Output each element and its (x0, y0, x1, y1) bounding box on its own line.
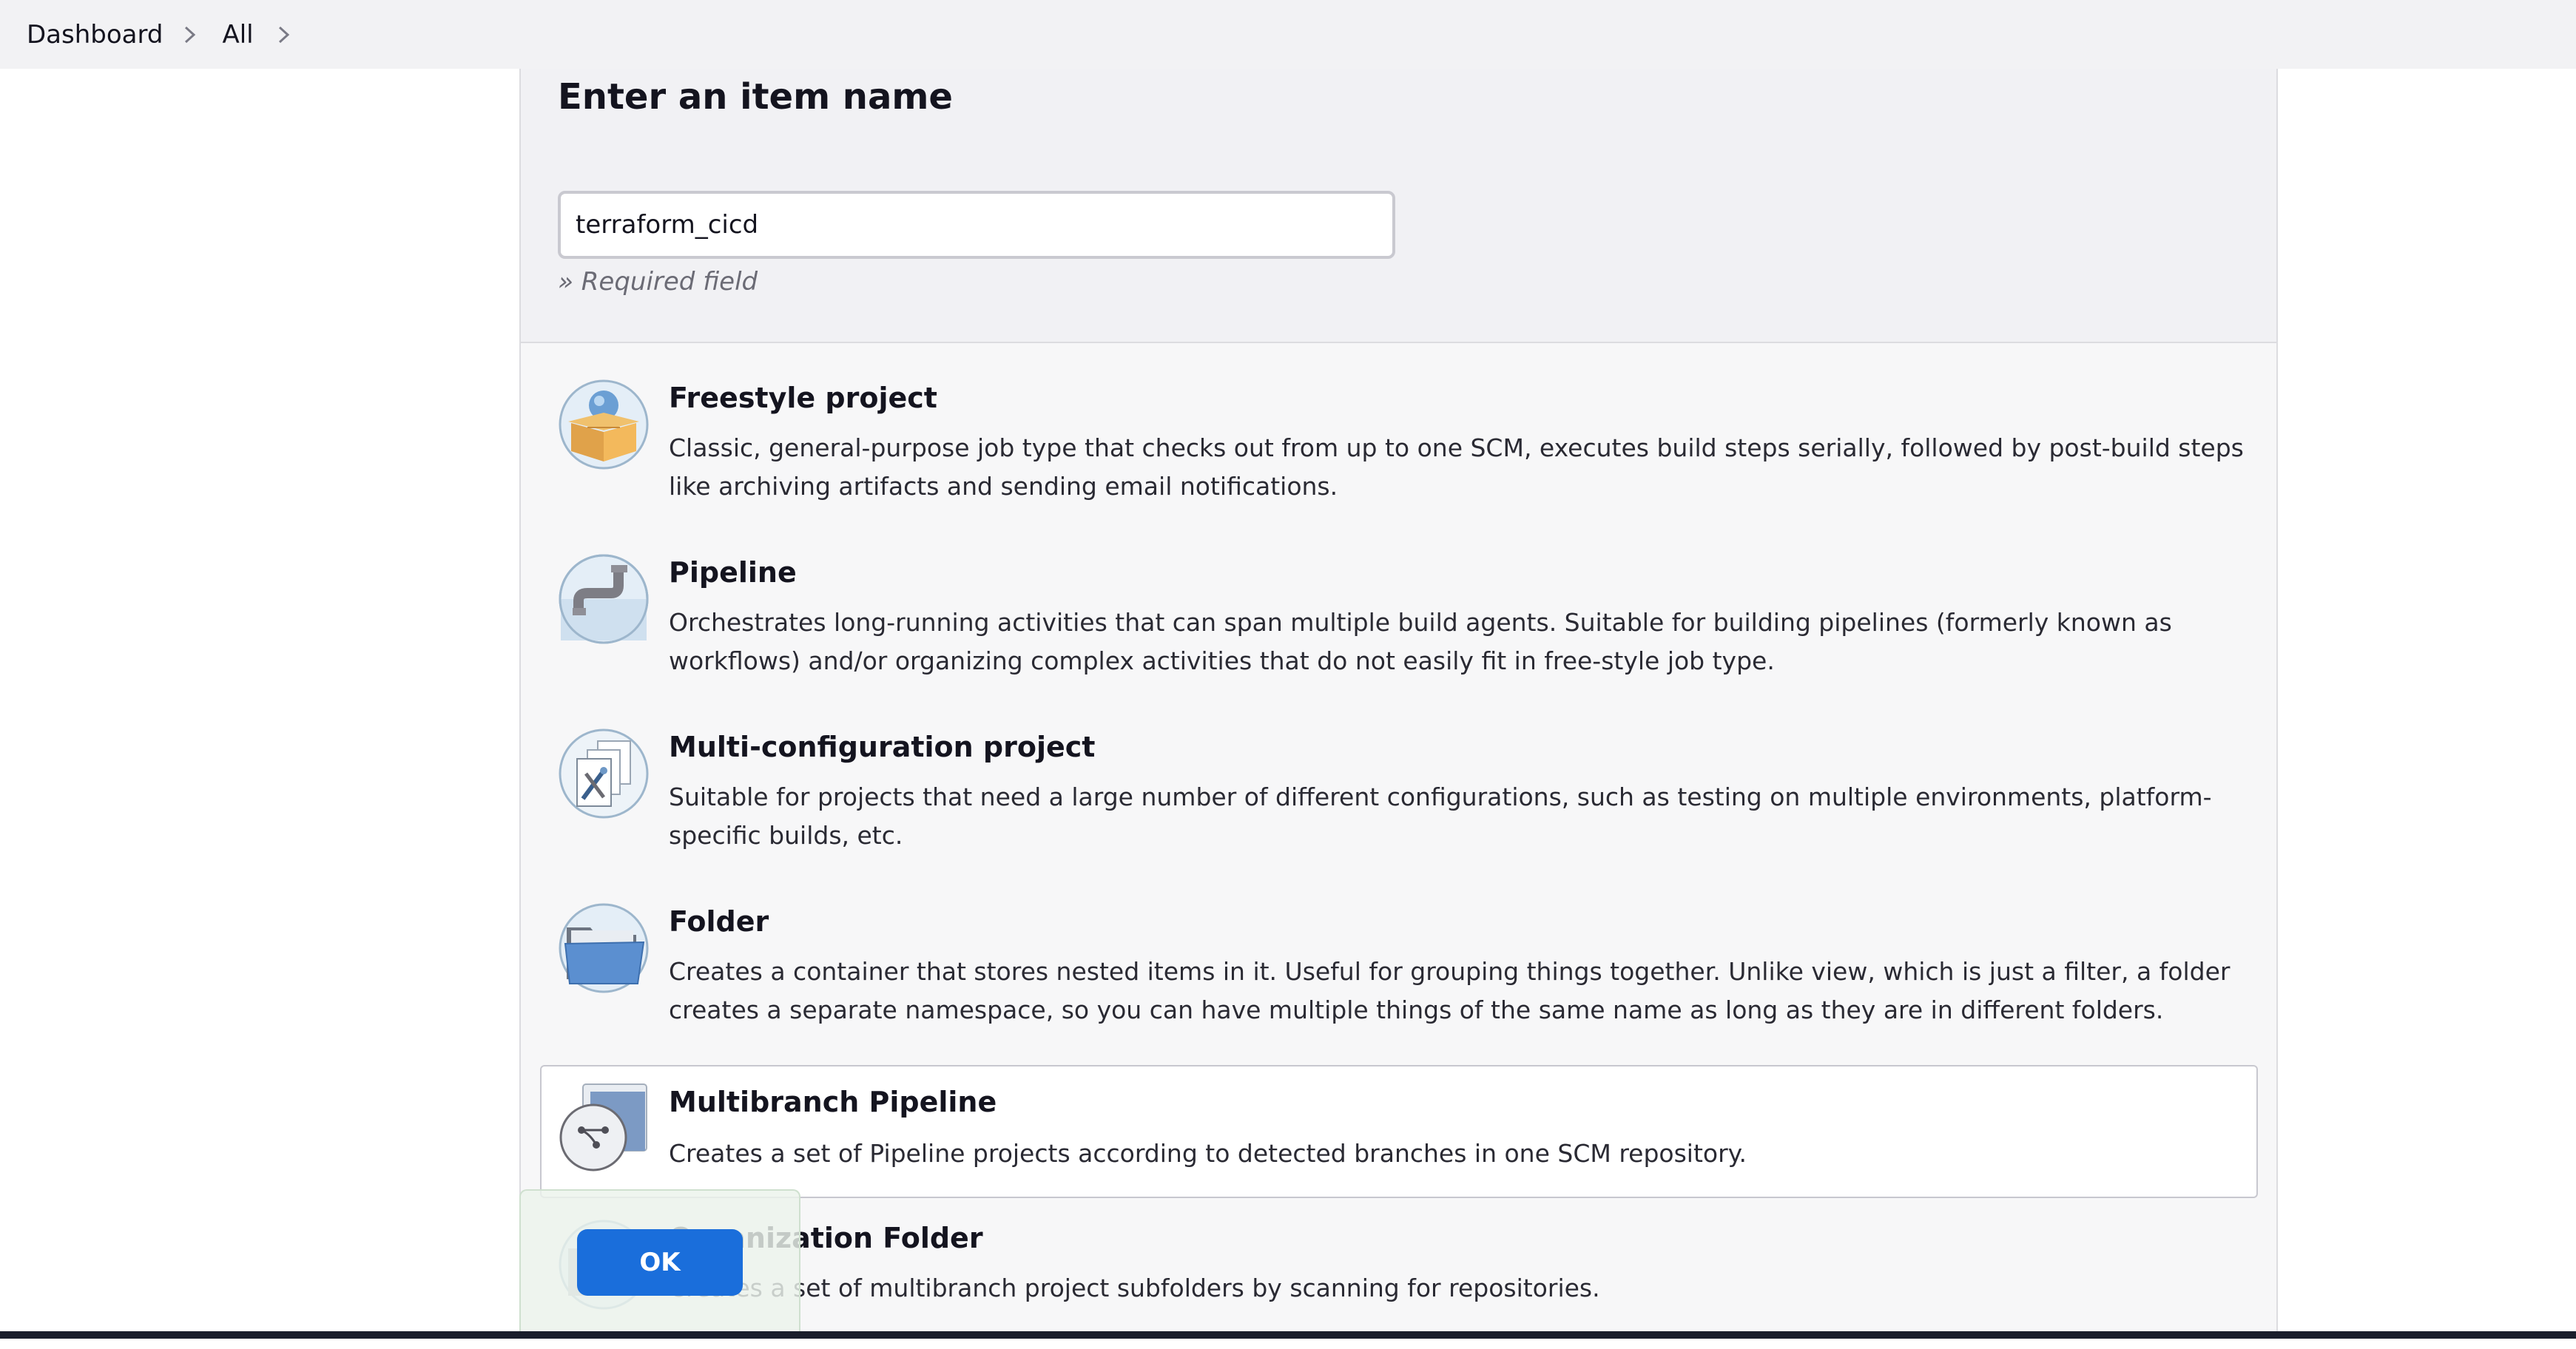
pipeline-icon (558, 553, 650, 645)
freestyle-project-icon (558, 379, 650, 470)
item-type-freestyle-project[interactable]: Freestyle project Classic, general-purpo… (540, 374, 2258, 506)
item-description: Creates a set of Pipeline projects accor… (669, 1139, 1747, 1168)
item-name-section: Enter an item name » Required field (521, 69, 2276, 343)
item-type-multibranch-pipeline[interactable]: Multibranch Pipeline Creates a set of Pi… (540, 1065, 2258, 1198)
item-type-folder[interactable]: Folder Creates a container that stores n… (540, 898, 2258, 1030)
item-description: Creates a set of multibranch project sub… (669, 1274, 1600, 1302)
chevron-right-icon[interactable] (276, 24, 292, 46)
ok-button-bar: OK (519, 1189, 800, 1339)
item-title: Multibranch Pipeline (669, 1086, 997, 1118)
folder-icon (558, 902, 650, 994)
item-description: Classic, general-purpose job type that c… (669, 433, 2244, 501)
breadcrumb-all[interactable]: All (222, 20, 253, 50)
new-item-panel: Enter an item name » Required field Free… (519, 69, 2278, 1331)
item-description: Orchestrates long-running activities tha… (669, 608, 2172, 675)
breadcrumb-dashboard[interactable]: Dashboard (27, 20, 163, 50)
taskbar-edge (0, 1331, 2576, 1339)
item-title: Folder (669, 905, 769, 938)
item-title: Multi-configuration project (669, 731, 1096, 763)
item-description: Creates a container that stores nested i… (669, 957, 2231, 1024)
item-description: Suitable for projects that need a large … (669, 782, 2212, 850)
item-type-multi-configuration-project[interactable]: Multi-configuration project Suitable for… (540, 723, 2258, 855)
item-title: Freestyle project (669, 382, 937, 414)
required-field-note: » Required field (558, 267, 758, 297)
page-title: Enter an item name (558, 76, 953, 118)
item-name-input[interactable] (558, 191, 1395, 259)
multibranch-pipeline-icon (558, 1081, 650, 1173)
breadcrumb: Dashboard All (0, 0, 2576, 69)
multi-configuration-project-icon (558, 728, 650, 819)
chevron-right-icon (182, 24, 198, 46)
ok-button[interactable]: OK (577, 1229, 743, 1296)
item-type-pipeline[interactable]: Pipeline Orchestrates long-running activ… (540, 549, 2258, 680)
item-title: Pipeline (669, 556, 797, 589)
